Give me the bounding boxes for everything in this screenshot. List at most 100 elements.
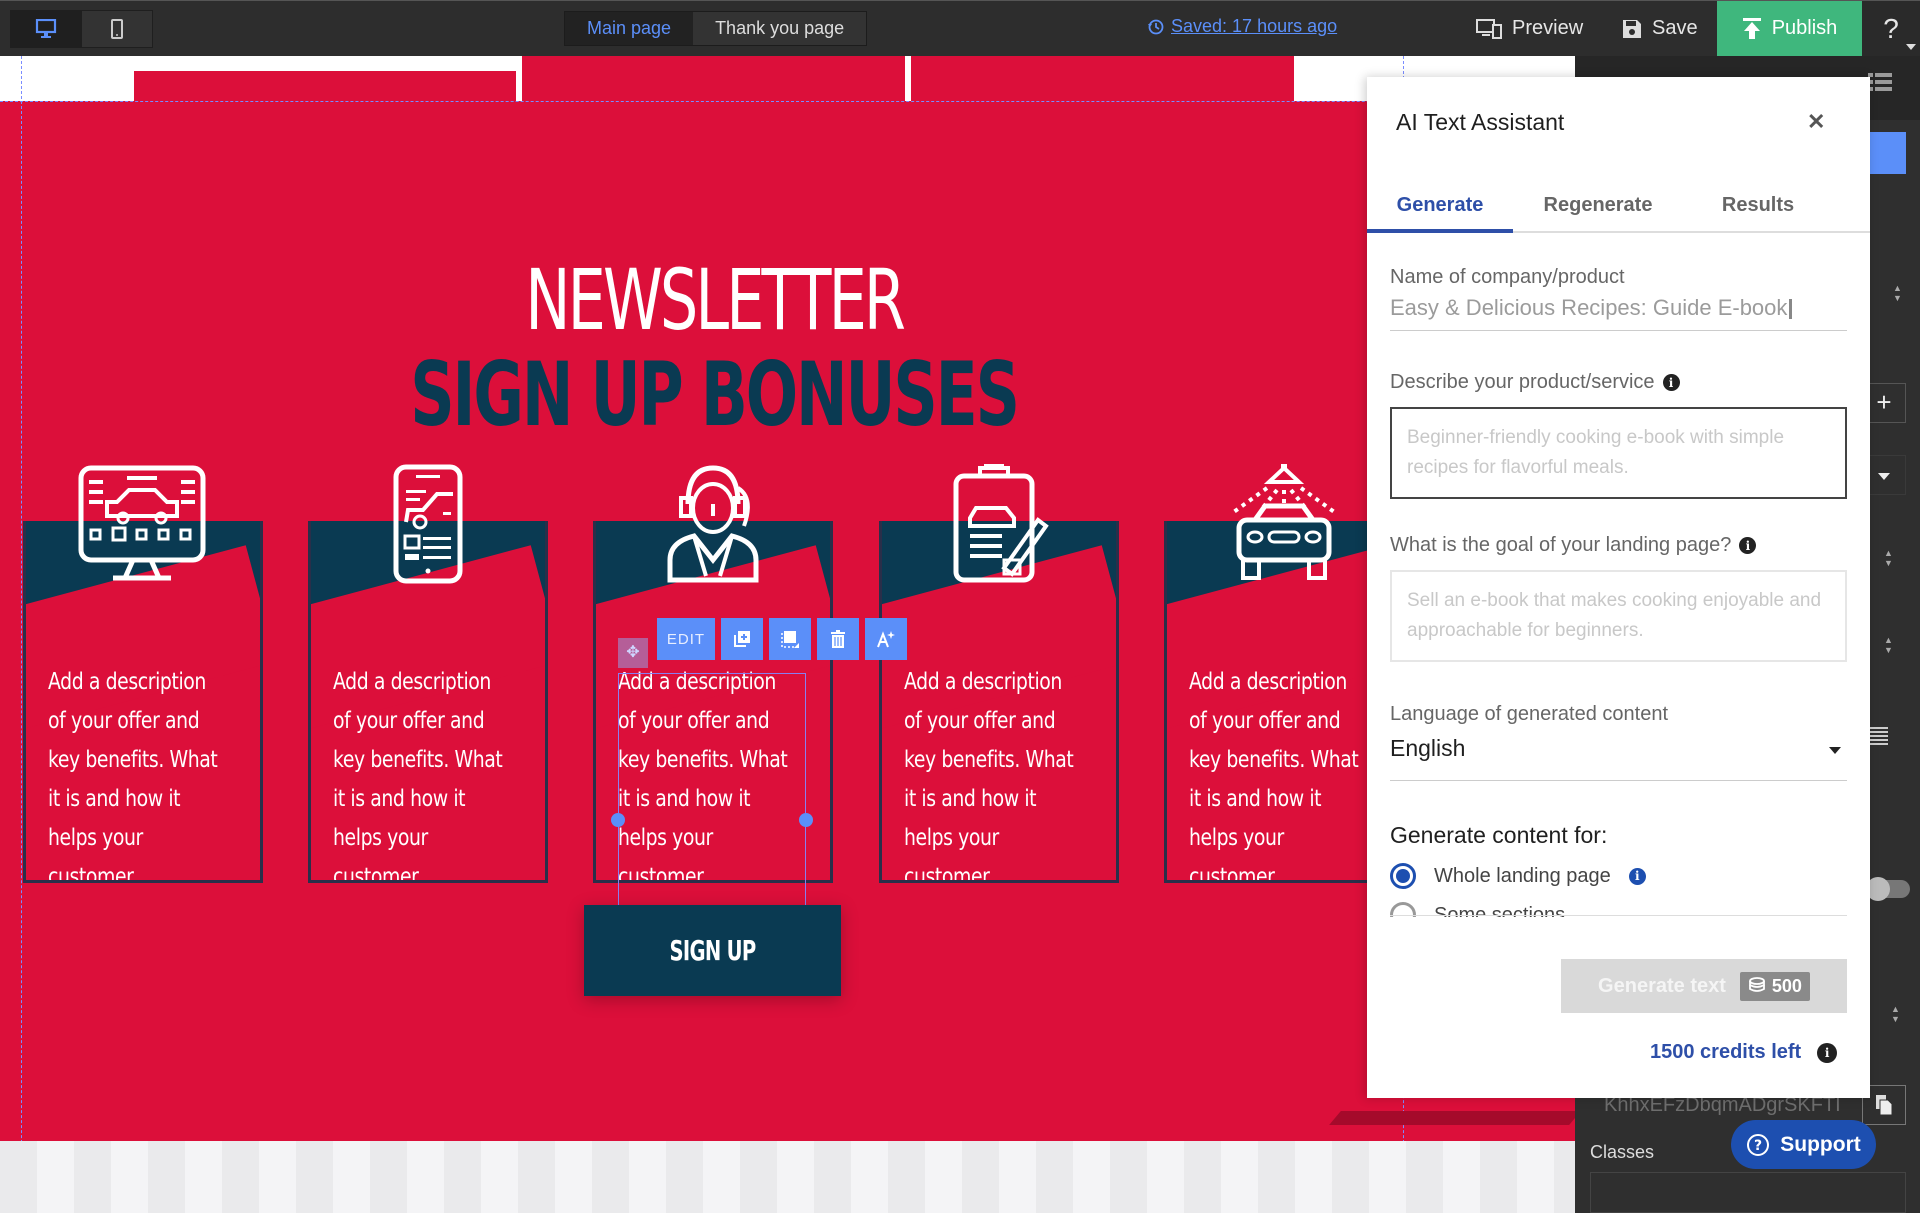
number-stepper[interactable]: ▲ ▼ (1893, 283, 1902, 303)
toggle-switch[interactable] (1866, 877, 1910, 901)
previous-section-block[interactable] (522, 56, 905, 101)
landing-goal-textarea[interactable]: Sell an e-book that makes cooking enjoya… (1390, 570, 1847, 662)
clipboard-car-checklist-icon (953, 464, 1049, 583)
language-value: English (1390, 735, 1466, 761)
text-cursor-icon (1789, 299, 1793, 320)
number-stepper[interactable]: ▲ ▼ (1884, 548, 1893, 568)
save-button[interactable]: Save (1622, 1, 1698, 56)
info-icon[interactable]: i (1662, 374, 1680, 391)
previous-section-block[interactable] (911, 56, 1294, 101)
saved-status-link[interactable]: Saved: 17 hours ago (1147, 16, 1337, 37)
tab-main-page[interactable]: Main page (565, 12, 694, 45)
align-justify-icon[interactable] (1868, 727, 1888, 745)
save-label: Save (1652, 17, 1698, 39)
ai-panel-tabs: Generate Regenerate Results (1367, 187, 1870, 233)
help-menu-button[interactable]: ? (1862, 1, 1920, 56)
resize-handle-left[interactable] (611, 813, 625, 827)
sidebar-active-tab[interactable] (1870, 132, 1906, 174)
close-icon[interactable]: ✕ (1807, 109, 1825, 135)
sign-up-label: SIGN UP (669, 934, 756, 967)
describe-label: Describe your product/service i (1390, 371, 1680, 394)
tab-results[interactable]: Results (1683, 187, 1833, 233)
support-label: Support (1780, 1132, 1861, 1156)
selected-element-outline (618, 673, 806, 915)
support-button[interactable]: ? Support (1731, 1120, 1876, 1169)
trash-icon (831, 630, 845, 648)
page-canvas[interactable]: NEWSLETTER SIGN UP BONUSES Add a descrip… (0, 56, 1575, 1213)
mobile-view-button[interactable] (81, 11, 152, 47)
credits-left: 1500 credits left i (1650, 1041, 1838, 1064)
heading-newsletter[interactable]: NEWSLETTER (199, 251, 1229, 349)
help-icon: ? (1883, 12, 1899, 44)
options-scroll-area: Some sections (1367, 867, 1870, 917)
credit-cost: 500 (1771, 975, 1802, 996)
preview-icon (1476, 18, 1502, 39)
delete-button[interactable] (817, 618, 859, 660)
heading-sign-up-bonuses[interactable]: SIGN UP BONUSES (214, 343, 1215, 446)
divider (1390, 915, 1847, 916)
card-description[interactable]: Add a description of your offer and key … (333, 663, 509, 880)
sign-up-button[interactable]: SIGN UP (584, 905, 841, 996)
support-agent-icon (667, 465, 759, 583)
previous-section-block[interactable] (134, 71, 516, 101)
publish-button[interactable]: Publish (1717, 1, 1862, 56)
mobile-car-app-icon (393, 464, 463, 584)
page-tabs: Main page Thank you page (564, 11, 868, 46)
ai-text-assistant-panel: AI Text Assistant ✕ Generate Regenerate … (1367, 77, 1870, 1098)
info-icon[interactable]: i (1817, 1042, 1838, 1063)
coins-icon (1748, 977, 1765, 992)
credits-left-text: 1500 credits left (1650, 1041, 1802, 1063)
card-description[interactable]: Add a description of your offer and key … (904, 663, 1080, 880)
top-toolbar: Main page Thank you page Saved: 17 hours… (0, 0, 1920, 56)
save-icon (1623, 19, 1641, 38)
panel-title: AI Text Assistant (1396, 109, 1565, 135)
publish-icon (1742, 17, 1761, 39)
resize-handle-right[interactable] (799, 813, 813, 827)
describe-label-text: Describe your product/service (1390, 371, 1655, 393)
move-handle[interactable]: ✥ (618, 638, 648, 668)
tab-regenerate[interactable]: Regenerate (1513, 187, 1683, 233)
edit-button[interactable]: EDIT (657, 618, 715, 660)
classes-label: Classes (1590, 1142, 1655, 1162)
language-label-text: Language of generated content (1390, 703, 1669, 725)
describe-product-textarea[interactable]: Beginner-friendly cooking e-book with si… (1390, 407, 1847, 499)
generate-text-button[interactable]: Generate text 500 (1561, 959, 1847, 1013)
company-name-input[interactable]: Easy & Delicious Recipes: Guide E-book (1390, 295, 1847, 331)
classes-input[interactable] (1590, 1172, 1906, 1213)
caret-down-icon (1878, 473, 1890, 480)
background-settings-button[interactable] (769, 618, 811, 660)
svg-text:?: ? (1754, 1138, 1762, 1154)
goal-placeholder: Sell an e-book that makes cooking enjoya… (1407, 590, 1822, 641)
number-stepper[interactable]: ▲ ▼ (1884, 635, 1893, 655)
language-label: Language of generated content (1390, 703, 1668, 726)
card-description[interactable]: Add a description of your offer and key … (1189, 663, 1365, 880)
name-field-label: Name of company/product (1390, 266, 1625, 289)
credit-cost-badge: 500 (1739, 971, 1810, 1001)
preview-button[interactable]: Preview (1476, 1, 1583, 56)
background-icon (781, 631, 799, 648)
help-circle-icon: ? (1747, 1133, 1770, 1156)
info-icon[interactable]: i (1739, 537, 1757, 554)
card-description[interactable]: Add a description of your offer and key … (48, 663, 224, 880)
tab-generate[interactable]: Generate (1367, 187, 1513, 233)
duplicate-button[interactable] (721, 618, 763, 660)
language-select[interactable]: English (1390, 735, 1847, 781)
name-field-label-text: Name of company/product (1390, 266, 1625, 288)
describe-placeholder: Beginner-friendly cooking e-book with si… (1407, 427, 1785, 478)
element-toolbar: EDIT (657, 618, 907, 660)
duplicate-icon (734, 631, 750, 647)
copy-icon (1876, 1095, 1892, 1115)
company-name-value: Easy & Delicious Recipes: Guide E-book (1390, 295, 1788, 320)
ai-text-icon (877, 631, 895, 648)
generate-text-label: Generate text (1598, 974, 1726, 997)
caret-down-icon (1906, 44, 1916, 50)
caret-down-icon (1829, 747, 1841, 754)
number-stepper[interactable]: ▲ ▼ (1891, 1004, 1900, 1024)
car-wash-icon (1229, 464, 1339, 580)
generate-for-label: Generate content for: (1390, 822, 1608, 848)
layers-list-icon[interactable] (1868, 72, 1892, 92)
ai-text-button[interactable] (865, 618, 907, 660)
monitor-car-diagnostics-icon (78, 465, 206, 581)
tab-thank-you-page[interactable]: Thank you page (693, 12, 867, 45)
desktop-view-button[interactable] (11, 11, 82, 47)
